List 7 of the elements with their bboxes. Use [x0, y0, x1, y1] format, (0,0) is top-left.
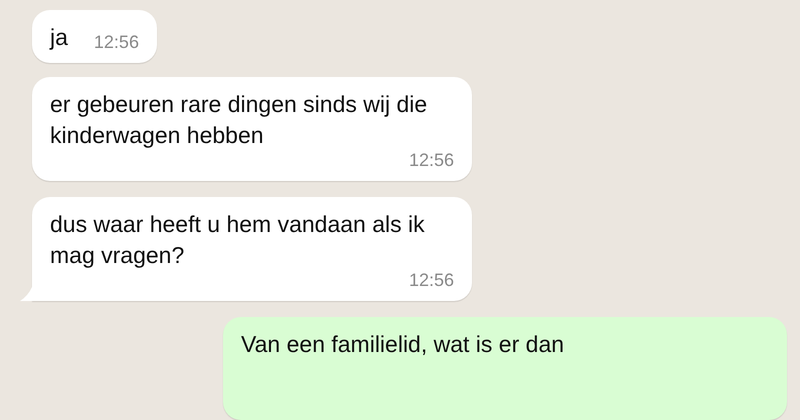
message-time: 12:56: [92, 33, 139, 52]
message-text: ja: [50, 23, 68, 52]
message-time: 12:56: [408, 271, 454, 290]
message-text: Van een familielid, wat is er dan: [241, 330, 566, 360]
message-time: 12:56: [408, 151, 454, 170]
message-text: er gebeuren rare dingen sinds wij die kinderwagen hebben: [50, 90, 428, 150]
message-text: dus waar heeft u hem vandaan als ik mag vragen?: [50, 210, 426, 270]
